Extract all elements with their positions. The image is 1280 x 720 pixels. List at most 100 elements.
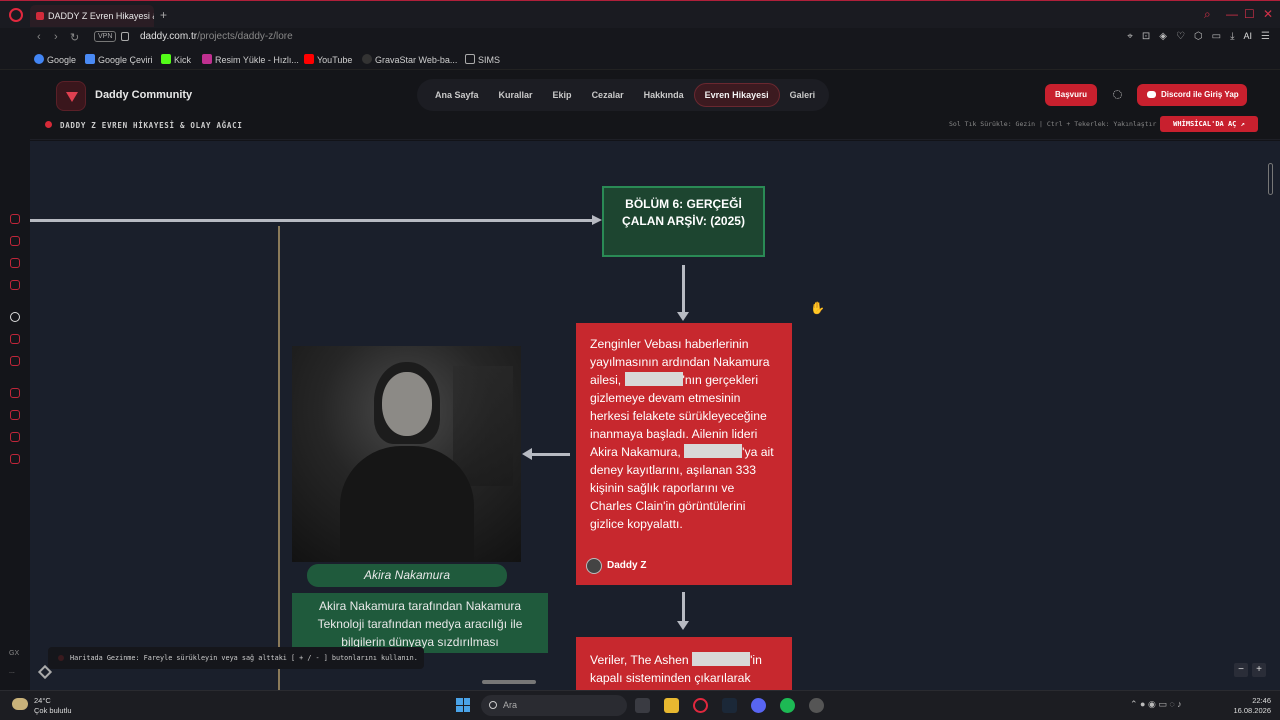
redacted-block	[624, 372, 683, 386]
sidebar-history-icon[interactable]	[10, 410, 20, 420]
extensions-icon[interactable]: ⬡	[1194, 31, 1203, 42]
open-in-whimsical-button[interactable]: WHİMSİCAL'DA AÇ ↗	[1160, 116, 1258, 132]
bookmark-label: YouTube	[317, 55, 353, 65]
nav-evren-hikayesi[interactable]: Evren Hikayesi	[693, 83, 780, 107]
story2-text-1: Veriler, The Ashen	[590, 653, 693, 667]
windows-start-icon[interactable]	[456, 698, 470, 712]
sidebar-extensions-icon[interactable]	[10, 432, 20, 442]
bookmark-google[interactable]: Google	[34, 54, 76, 65]
task-view-icon[interactable]	[635, 698, 650, 713]
search-tabs-icon[interactable]: ⌕	[1204, 8, 1211, 20]
caption-node[interactable]: Akira Nakamura tarafından Nakamura Tekno…	[292, 593, 548, 653]
bookmark-google-translate[interactable]: Google Çeviri	[85, 54, 153, 65]
lock-icon[interactable]	[121, 32, 129, 41]
maximize-icon[interactable]: ☐	[1244, 8, 1255, 20]
brand-logo-icon[interactable]	[56, 81, 86, 111]
steam-icon[interactable]	[722, 698, 737, 713]
nav-ekip[interactable]: Ekip	[543, 84, 582, 106]
translate-icon	[85, 54, 95, 64]
sidebar-aria-icon[interactable]	[10, 214, 20, 224]
reload-icon[interactable]: ↻	[70, 31, 79, 44]
sidebar-more-icon[interactable]: ...	[9, 668, 15, 675]
minimize-icon[interactable]: —	[1226, 8, 1238, 20]
story-node-next[interactable]: Veriler, The Ashen 'in kapalı sisteminde…	[576, 637, 792, 690]
discord-taskbar-icon[interactable]	[751, 698, 766, 713]
discord-login-button[interactable]: Discord ile Giriş Yap	[1137, 84, 1247, 106]
back-icon[interactable]: ‹	[37, 31, 41, 43]
snapshot-icon[interactable]: ⌖	[1127, 31, 1133, 42]
opera-icon[interactable]	[9, 8, 23, 22]
spotify-icon[interactable]	[780, 698, 795, 713]
bookmark-youtube[interactable]: YouTube	[304, 54, 352, 65]
apply-button[interactable]: Başvuru	[1045, 84, 1097, 106]
zoom-out-button[interactable]: −	[1234, 663, 1248, 677]
nav-ana-sayfa[interactable]: Ana Sayfa	[425, 84, 489, 106]
sun-icon[interactable]	[1113, 90, 1122, 99]
bookmark-resim-yukle[interactable]: Resim Yükle - Hızlı...	[202, 54, 299, 65]
sidebar-gx-label[interactable]: GX	[9, 650, 19, 657]
menu-icon[interactable]: ☰	[1261, 31, 1270, 42]
navigation-hint: Sol Tık Sürükle: Gezin | Ctrl + Tekerlek…	[949, 120, 1157, 128]
flowchart-canvas[interactable]: BÖLÜM 6: GERÇEĞİ ÇALAN ARŞİV: (2025) Zen…	[30, 141, 1280, 690]
sidebar-shop-icon[interactable]	[10, 236, 20, 246]
sidebar-player-icon[interactable]	[10, 388, 20, 398]
page-title: DADDY Z EVREN HİKAYESİ & OLAY AĞACI	[60, 121, 243, 130]
portrait-face	[382, 372, 432, 436]
portrait-background-city	[453, 366, 513, 486]
windows-taskbar: 24°C Çok bulutlu Ara ⌃ ● ◉ ▭ ◌ ♪ 22:46 1…	[0, 690, 1280, 720]
redacted-block	[692, 652, 751, 666]
lore-toolbar: DADDY Z EVREN HİKAYESİ & OLAY AĞACI Sol …	[30, 112, 1280, 140]
sidebar-discord-icon[interactable]	[10, 356, 20, 366]
portrait-body	[340, 446, 474, 562]
brand-name[interactable]: Daddy Community	[95, 89, 192, 101]
sidebar-settings-icon[interactable]	[10, 454, 20, 464]
sidebar-twitch-icon[interactable]	[10, 258, 20, 268]
url-field[interactable]: daddy.com.tr/projects/daddy-z/lore	[140, 31, 293, 42]
story-node[interactable]: Zenginler Vebası haberlerinin yayılmasın…	[576, 323, 792, 585]
nav-galeri[interactable]: Galeri	[780, 84, 826, 106]
zoom-in-button[interactable]: +	[1252, 663, 1266, 677]
shield-icon[interactable]: ◈	[1159, 31, 1167, 42]
browser-tab-active[interactable]: DADDY Z Evren Hikayesi &	[30, 5, 154, 27]
vertical-scrollbar-thumb[interactable]	[1268, 163, 1273, 195]
new-tab-button[interactable]: +	[160, 9, 167, 21]
chapter-node[interactable]: BÖLÜM 6: GERÇEĞİ ÇALAN ARŞİV: (2025)	[602, 186, 765, 257]
browser-tab-bar: DADDY Z Evren Hikayesi & + ⌕ — ☐ ✕	[0, 0, 1280, 28]
hand-cursor-icon: ✋	[810, 301, 825, 315]
download-icon[interactable]: ⤓	[1230, 31, 1234, 42]
app-icon[interactable]	[809, 698, 824, 713]
sidebar-chatgpt-icon[interactable]	[10, 312, 20, 322]
clock[interactable]: 22:46 16.08.2026	[1229, 696, 1271, 716]
arrow-left-icon	[522, 448, 570, 460]
url-path: /projects/daddy-z/lore	[197, 31, 293, 42]
author-name: Daddy Z	[607, 560, 647, 571]
character-name-pill: Akira Nakamura	[307, 564, 507, 587]
wallet-icon[interactable]: ▭	[1212, 31, 1221, 42]
main-nav: Ana Sayfa Kurallar Ekip Cezalar Hakkında…	[417, 79, 829, 111]
system-tray[interactable]: ⌃ ● ◉ ▭ ◌ ♪	[1130, 699, 1182, 710]
file-explorer-icon[interactable]	[664, 698, 679, 713]
character-portrait[interactable]	[292, 346, 521, 562]
bookmark-gravastar[interactable]: GravaStar Web-ba...	[362, 54, 457, 65]
opera-gx-icon[interactable]	[693, 698, 708, 713]
taskbar-search[interactable]: Ara	[481, 695, 627, 716]
weather-widget[interactable]: 24°C Çok bulutlu	[12, 696, 72, 716]
bookmark-sims[interactable]: SIMS	[465, 54, 500, 65]
bookmark-label: Google	[47, 55, 77, 65]
tab-title: DADDY Z Evren Hikayesi &	[48, 11, 154, 21]
nav-hakkinda[interactable]: Hakkında	[634, 84, 694, 106]
bookmark-icon[interactable]: ⊡	[1142, 31, 1150, 42]
bookmark-kick[interactable]: Kick	[161, 54, 191, 65]
nav-kurallar[interactable]: Kurallar	[489, 84, 543, 106]
heart-icon[interactable]: ♡	[1176, 31, 1185, 42]
tab-favicon-icon	[36, 12, 44, 20]
ai-button[interactable]: AI	[1244, 31, 1253, 42]
arrow-down-icon	[677, 592, 689, 630]
horizontal-scrollbar-thumb[interactable]	[482, 680, 536, 684]
nav-cezalar[interactable]: Cezalar	[582, 84, 634, 106]
sidebar-news-icon[interactable]	[10, 280, 20, 290]
sidebar-percent-icon[interactable]	[10, 334, 20, 344]
vpn-badge[interactable]: VPN	[94, 31, 117, 42]
forward-icon[interactable]: ›	[54, 31, 58, 43]
close-icon[interactable]: ✕	[1263, 8, 1273, 20]
